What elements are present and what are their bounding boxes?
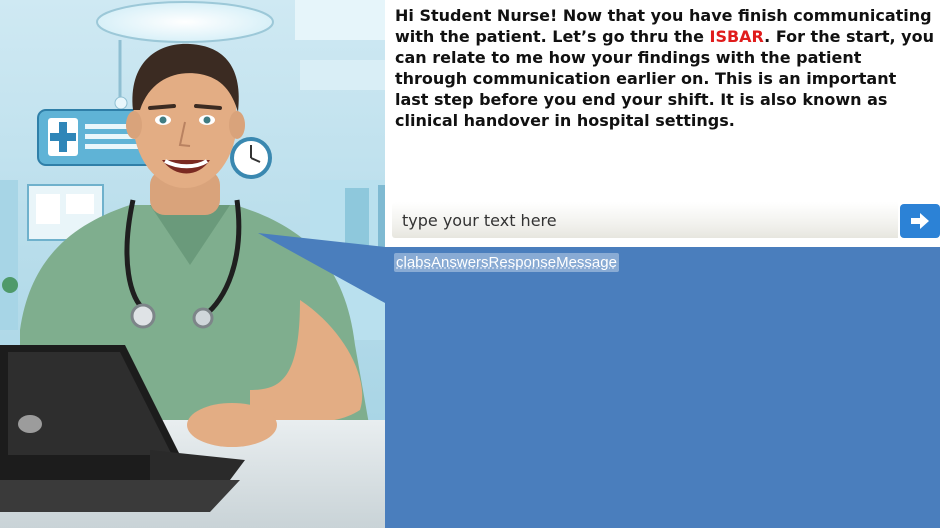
isbar-highlight: ISBAR <box>709 27 765 46</box>
speech-bubble-pointer <box>258 233 385 303</box>
chat-text-input[interactable] <box>392 202 898 238</box>
arrow-right-icon <box>911 213 929 229</box>
send-button[interactable] <box>900 204 940 238</box>
chat-instruction: Hi Student Nurse! Now that you have fini… <box>395 5 935 131</box>
response-panel <box>385 247 940 528</box>
response-message: clabsAnswersResponseMessage <box>394 253 619 272</box>
chat-input-row <box>392 202 940 238</box>
